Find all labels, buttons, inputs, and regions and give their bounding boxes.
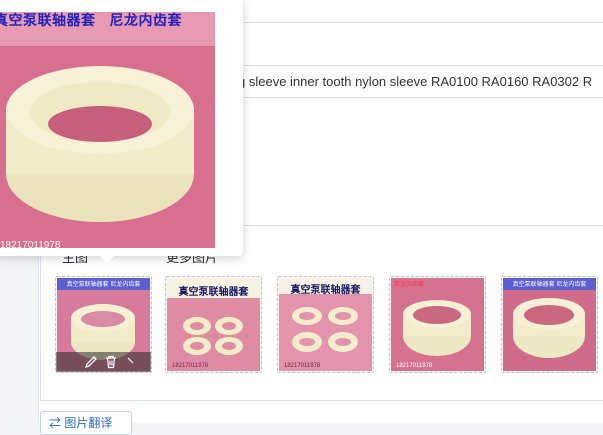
thumbnail-phone: 18217011978 — [396, 363, 433, 369]
thumbnail-phone: 18217011978 — [284, 363, 321, 369]
preview-phone: 18217011978 — [0, 240, 61, 251]
thumbnail-caption: 尼龙内齿套 — [394, 282, 425, 288]
thumbnail-caption: 真空泵联轴器套 — [290, 285, 361, 296]
thumbnail-caption: 真空泵联轴器套 尼龙内齿套 — [66, 282, 141, 288]
thumbnail-caption: 真空泵联轴器套 — [178, 287, 249, 298]
preview-caption-left: 真空泵联轴器套 — [0, 12, 96, 28]
preview-caption: 真空泵联轴器套 尼龙内齿套 — [0, 10, 209, 30]
image-thumbnail-2[interactable]: 真空泵联轴器套 18217011978 — [165, 276, 262, 373]
thumbnail-phone: 18217011978 — [172, 363, 209, 369]
translate-icon: ⇄ — [49, 416, 65, 430]
image-preview-popup: 真空泵联轴器套 尼龙内齿套 18217011978 — [0, 0, 243, 256]
image-thumbnail-4[interactable]: 尼龙内齿套 18217011978 — [389, 276, 486, 373]
preview-photo — [0, 12, 215, 248]
field-border-top — [238, 22, 603, 23]
image-translate-button[interactable]: ⇄ 图片翻译 — [40, 411, 132, 435]
image-thumbnail-3[interactable]: 真空泵联轴器套 18217011978 — [277, 276, 374, 373]
thumbnail-caption: 真空泵联轴器套 尼龙内齿套 — [512, 282, 587, 288]
thumbnail-photo — [391, 278, 484, 371]
image-thumbnail-5[interactable]: 真空泵联轴器套 尼龙内齿套 — [501, 276, 598, 373]
popup-pointer — [100, 256, 114, 263]
field-border — [238, 97, 603, 98]
edit-icon[interactable] — [84, 355, 98, 369]
field-border — [238, 65, 603, 66]
thumbnail-photo — [503, 278, 596, 371]
product-title-field[interactable]: g sleeve inner tooth nylon sleeve RA0100… — [238, 74, 603, 89]
preview-caption-right: 尼龙内齿套 — [109, 12, 182, 28]
delete-icon[interactable] — [104, 355, 118, 369]
arrow-icon[interactable] — [124, 355, 138, 369]
section-divider-bottom — [40, 400, 603, 401]
translate-button-label: 图片翻译 — [64, 416, 113, 430]
image-thumbnail-1[interactable]: 真空泵联轴器套 尼龙内齿套 — [55, 276, 152, 373]
